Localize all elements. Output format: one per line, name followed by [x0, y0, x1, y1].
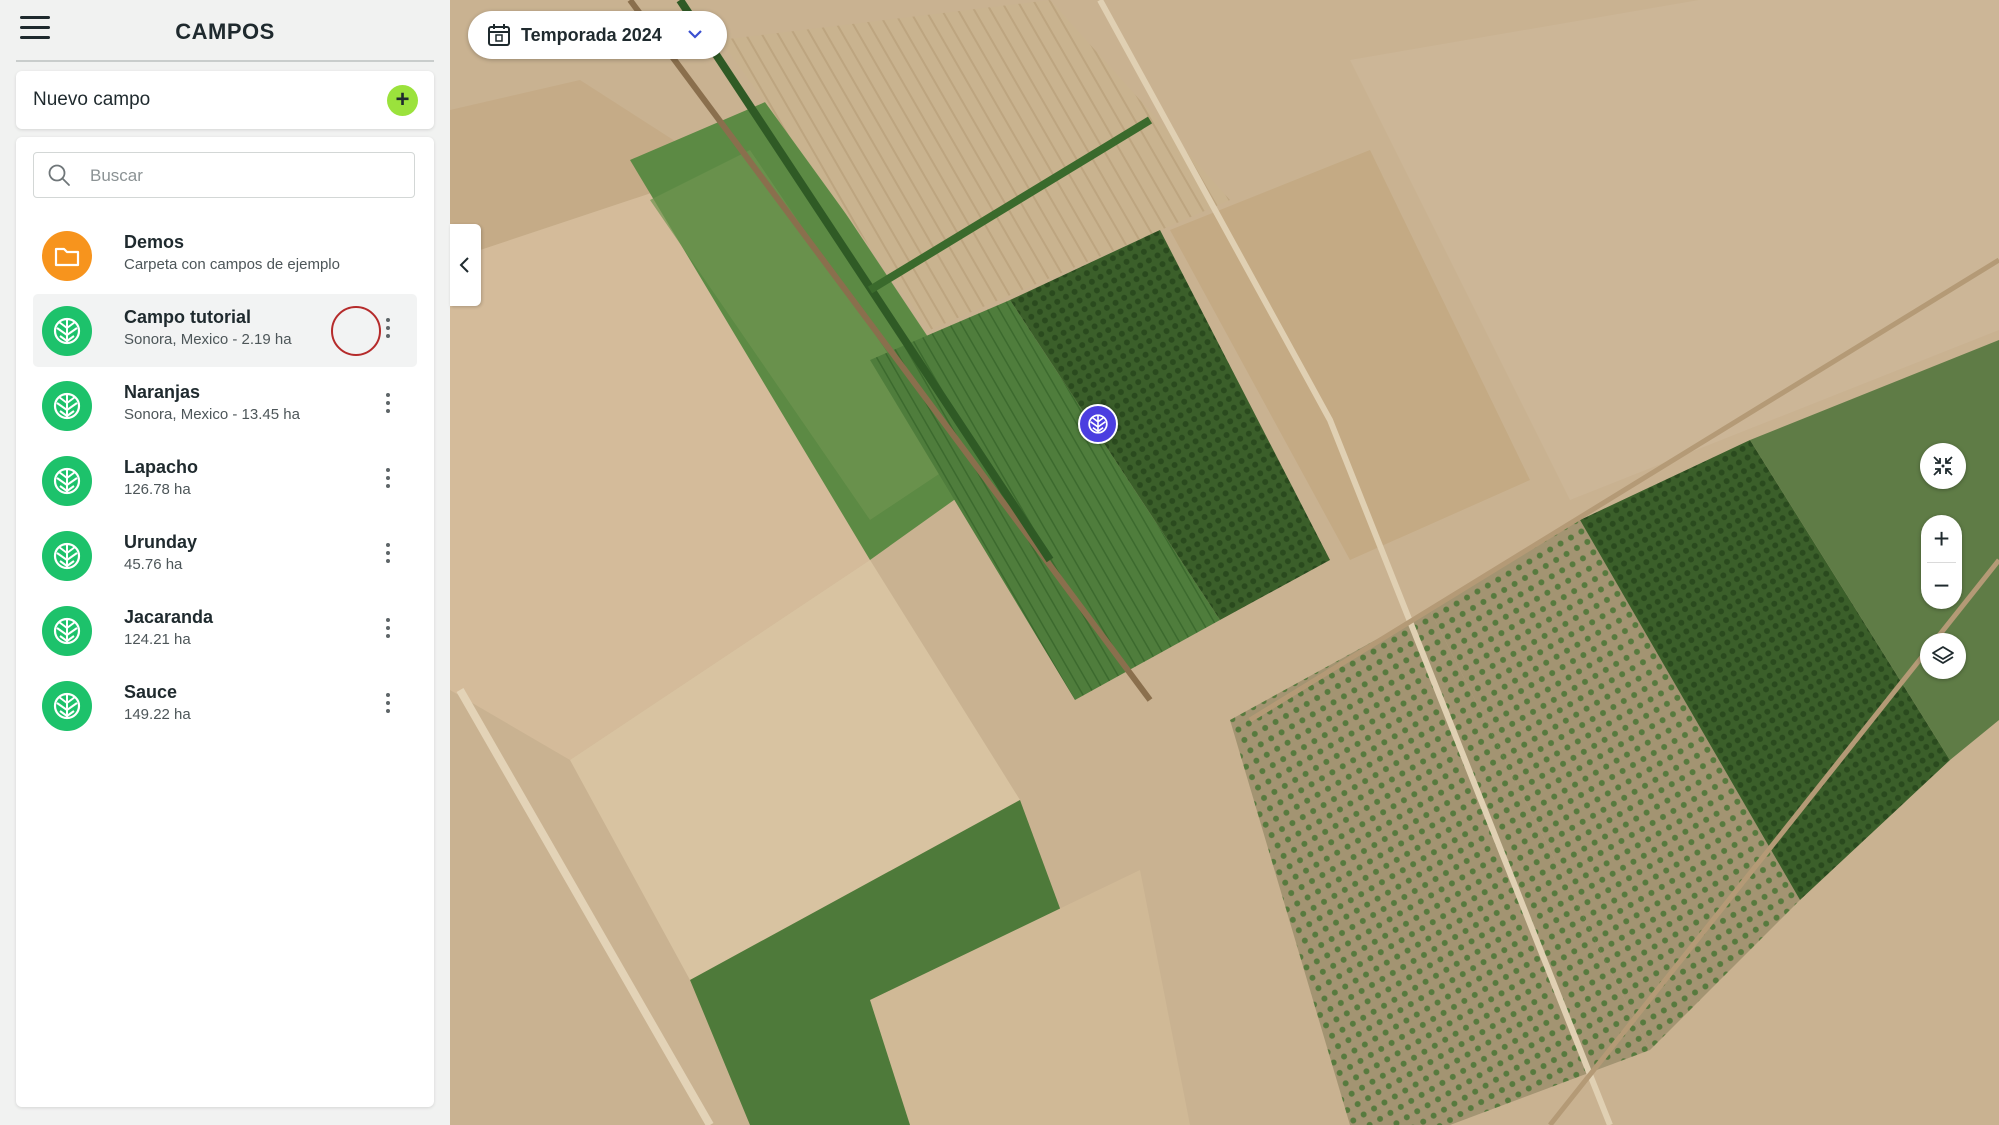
- more-options-icon[interactable]: [383, 693, 393, 719]
- item-name: Naranjas: [124, 382, 201, 402]
- zoom-controls: + −: [1921, 515, 1962, 609]
- satellite-map[interactable]: [450, 0, 1999, 1125]
- list-item-urunday[interactable]: Urunday 45.76 ha: [33, 519, 417, 592]
- field-icon: [42, 306, 92, 356]
- item-name: Jacaranda: [124, 607, 214, 627]
- more-options-icon[interactable]: [383, 618, 393, 644]
- chevron-left-icon: [459, 257, 469, 273]
- item-name: Sauce: [124, 682, 178, 702]
- zoom-in-button[interactable]: +: [1921, 515, 1962, 562]
- item-subtitle: Carpeta con campos de ejemplo: [124, 256, 340, 273]
- list-item-lapacho[interactable]: Lapacho 126.78 ha: [33, 444, 417, 517]
- field-icon: [42, 456, 92, 506]
- field-marker-icon[interactable]: [1078, 404, 1118, 444]
- sidebar: CAMPOS Nuevo campo + Demos Carpeta con c…: [0, 0, 450, 1125]
- list-item-jacaranda[interactable]: Jacaranda 124.21 ha: [33, 594, 417, 667]
- zoom-out-button[interactable]: −: [1921, 562, 1962, 609]
- item-subtitle: Sonora, Mexico - 2.19 ha: [124, 331, 292, 348]
- plus-icon[interactable]: +: [387, 85, 418, 116]
- list-item-naranjas[interactable]: Naranjas Sonora, Mexico - 13.45 ha: [33, 369, 417, 442]
- more-options-icon[interactable]: [383, 543, 393, 569]
- item-subtitle: Sonora, Mexico - 13.45 ha: [124, 406, 300, 423]
- chevron-down-icon: [688, 30, 702, 39]
- item-name: Lapacho: [124, 457, 199, 477]
- new-field-button[interactable]: Nuevo campo +: [16, 71, 434, 129]
- more-options-icon[interactable]: [383, 318, 393, 344]
- fit-bounds-button[interactable]: [1920, 443, 1966, 489]
- list-item-sauce[interactable]: Sauce 149.22 ha: [33, 669, 417, 742]
- item-name: Campo tutorial: [124, 307, 252, 327]
- new-field-label: Nuevo campo: [33, 89, 151, 110]
- item-subtitle: 149.22 ha: [124, 706, 191, 723]
- folder-icon: [42, 231, 92, 281]
- field-icon: [42, 606, 92, 656]
- item-name: Urunday: [124, 532, 198, 552]
- click-indicator: [331, 306, 381, 356]
- field-icon: [42, 531, 92, 581]
- layers-button[interactable]: [1920, 633, 1966, 679]
- satellite-imagery: [450, 0, 1999, 1125]
- page-title: CAMPOS: [175, 19, 275, 44]
- search-icon: [48, 164, 70, 186]
- search-input[interactable]: [88, 161, 402, 191]
- field-icon: [42, 681, 92, 731]
- layers-icon: [1932, 646, 1954, 664]
- field-list-panel: Demos Carpeta con campos de ejemplo Camp…: [16, 137, 434, 1107]
- sidebar-header: CAMPOS: [16, 0, 434, 62]
- more-options-icon[interactable]: [383, 393, 393, 419]
- list-item-campo-tutorial[interactable]: Campo tutorial Sonora, Mexico - 2.19 ha: [33, 294, 417, 367]
- collapse-sidebar-button[interactable]: [450, 224, 481, 306]
- more-options-icon[interactable]: [383, 468, 393, 494]
- list-item-demos[interactable]: Demos Carpeta con campos de ejemplo: [33, 219, 417, 292]
- item-subtitle: 126.78 ha: [124, 481, 191, 498]
- item-subtitle: 124.21 ha: [124, 631, 191, 648]
- item-name: Demos: [124, 232, 185, 252]
- item-subtitle: 45.76 ha: [124, 556, 183, 573]
- calendar-icon: [488, 24, 510, 46]
- search-box: [33, 152, 415, 198]
- season-label: Temporada 2024: [521, 25, 662, 45]
- field-icon: [42, 381, 92, 431]
- fit-bounds-icon: [1933, 456, 1953, 476]
- season-selector[interactable]: Temporada 2024: [468, 11, 727, 59]
